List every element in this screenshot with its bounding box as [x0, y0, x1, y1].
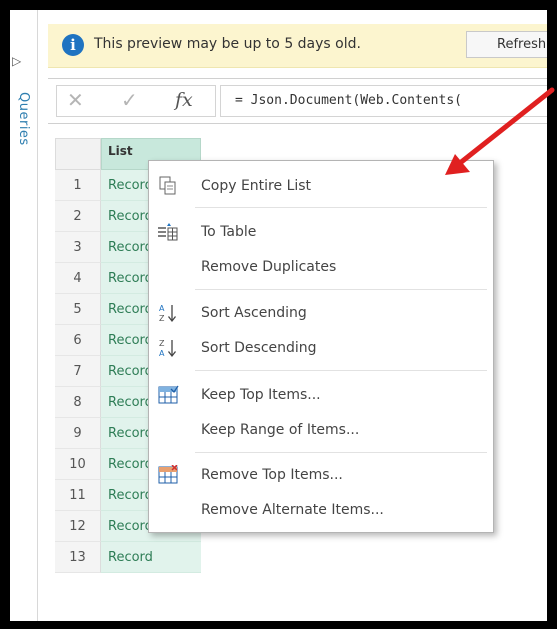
annotation-arrow: [445, 87, 555, 175]
